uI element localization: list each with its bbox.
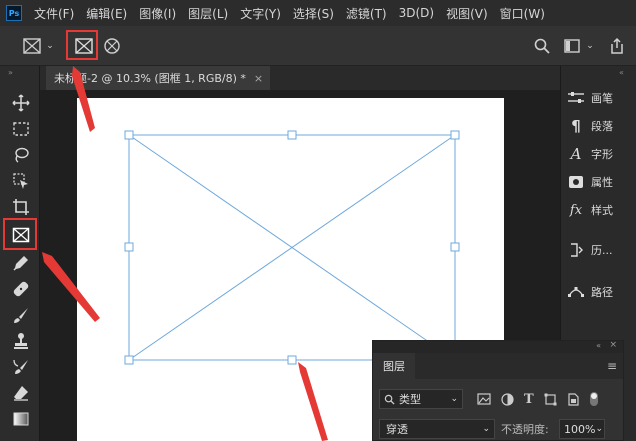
frame-tool-preset-icon[interactable]	[22, 36, 42, 56]
panel-history[interactable]: 历...	[565, 238, 633, 262]
photoshop-logo: Ps	[6, 5, 22, 21]
paragraph-icon: ¶	[571, 117, 581, 135]
highlight-box-options	[66, 30, 98, 60]
close-icon[interactable]: ×	[254, 72, 263, 85]
panel-glyphs[interactable]: A 字形	[565, 142, 633, 166]
search-icon[interactable]	[532, 36, 552, 56]
layers-panel: « × 图层 ≡ 类型 ⌄ T 穿透 ⌄ 不透明度: 100% ⌄	[372, 340, 624, 441]
lasso-tool-icon[interactable]	[9, 144, 33, 166]
glyphs-icon: A	[570, 145, 582, 163]
opacity-input[interactable]: 100% ⌄	[559, 419, 605, 439]
dock-collapse-icon[interactable]: «	[619, 68, 624, 77]
share-icon[interactable]	[606, 35, 628, 57]
brush-tool-icon[interactable]	[9, 304, 33, 326]
pixel-filter-icon[interactable]	[477, 393, 491, 405]
menu-filter[interactable]: 滤镜(T)	[346, 5, 387, 22]
layers-tab-row: 图层 ≡	[373, 353, 623, 379]
panel-paragraph[interactable]: ¶ 段落	[565, 114, 633, 138]
history-icon	[565, 242, 587, 258]
eraser-tool-icon[interactable]	[9, 382, 33, 404]
properties-icon	[565, 175, 587, 189]
transform-handle	[287, 355, 297, 365]
blend-mode-value: 穿透	[386, 423, 408, 436]
clone-stamp-tool-icon[interactable]	[9, 330, 33, 352]
menu-image[interactable]: 图像(I)	[139, 5, 176, 22]
brush-settings-icon	[565, 91, 587, 105]
transform-handle	[124, 130, 134, 140]
smart-object-filter-icon[interactable]	[567, 392, 579, 406]
chevron-down-icon: ⌄	[595, 424, 603, 434]
highlight-box-tool	[3, 218, 37, 250]
tab-layers[interactable]: 图层	[373, 353, 415, 379]
menu-select[interactable]: 选择(S)	[293, 5, 334, 22]
panel-properties[interactable]: 属性	[565, 170, 633, 194]
panel-brush[interactable]: 画笔	[565, 86, 633, 110]
document-tab-title: 未标题-2 @ 10.3% (图框 1, RGB/8) *	[54, 72, 246, 85]
collapse-panel-icon[interactable]: «	[596, 341, 601, 350]
blend-mode-select[interactable]: 穿透 ⌄	[379, 419, 495, 439]
transform-handle	[124, 355, 134, 365]
panel-label: 画笔	[591, 92, 613, 105]
object-selection-tool-icon[interactable]	[9, 170, 33, 192]
type-filter-icon[interactable]: T	[524, 392, 534, 407]
close-panel-icon[interactable]: ×	[609, 340, 617, 350]
filter-toggle-icon[interactable]	[589, 391, 599, 407]
layer-filter-buttons: T	[477, 391, 599, 407]
elliptical-frame-icon[interactable]	[102, 36, 122, 56]
transform-handle	[124, 242, 134, 252]
panel-label: 字形	[591, 148, 613, 161]
opacity-label: 不透明度:	[501, 423, 549, 436]
menu-file[interactable]: 文件(F)	[34, 5, 74, 22]
panel-menu-icon[interactable]: ≡	[607, 359, 617, 373]
transform-handle	[450, 130, 460, 140]
menu-type[interactable]: 文字(Y)	[240, 5, 281, 22]
panel-paths[interactable]: 路径	[565, 280, 633, 304]
panel-label: 样式	[591, 204, 613, 217]
collapse-icon[interactable]: »	[8, 68, 13, 77]
panel-label: 段落	[591, 120, 613, 133]
marquee-tool-icon[interactable]	[9, 118, 33, 140]
move-tool-icon[interactable]	[9, 92, 33, 114]
healing-brush-tool-icon[interactable]	[9, 278, 33, 300]
menu-bar: Ps 文件(F) 编辑(E) 图像(I) 图层(L) 文字(Y) 选择(S) 滤…	[0, 0, 636, 26]
chevron-down-icon: ⌄	[450, 394, 458, 404]
menu-window[interactable]: 窗口(W)	[500, 5, 545, 22]
paths-icon	[565, 284, 587, 300]
chevron-down-icon[interactable]: ⌄	[44, 38, 56, 54]
menu-layer[interactable]: 图层(L)	[188, 5, 228, 22]
transform-handle	[287, 130, 297, 140]
menu-3d[interactable]: 3D(D)	[399, 6, 434, 20]
search-icon	[384, 394, 395, 405]
workspace-chevron-icon[interactable]: ⌄	[584, 38, 596, 54]
document-tab[interactable]: 未标题-2 @ 10.3% (图框 1, RGB/8) * ×	[46, 66, 270, 90]
crop-tool-icon[interactable]	[9, 196, 33, 218]
layer-filter-label: 类型	[399, 393, 421, 406]
eyedropper-tool-icon[interactable]	[9, 252, 33, 274]
menu-view[interactable]: 视图(V)	[446, 5, 488, 22]
document-tab-bar: 未标题-2 @ 10.3% (图框 1, RGB/8) * ×	[40, 66, 560, 90]
layers-panel-header: « ×	[373, 340, 623, 353]
panel-styles[interactable]: fx 样式	[565, 198, 633, 222]
opacity-value: 100%	[564, 422, 596, 436]
fx-icon: fx	[569, 202, 583, 218]
transform-handle	[450, 242, 460, 252]
panel-label: 路径	[591, 286, 613, 299]
adjustment-filter-icon[interactable]	[501, 392, 514, 406]
shape-filter-icon[interactable]	[544, 393, 557, 406]
workspace-icon[interactable]	[562, 36, 582, 56]
panel-label: 历...	[591, 244, 613, 257]
chevron-down-icon: ⌄	[482, 424, 490, 434]
layer-filter-select[interactable]: 类型 ⌄	[379, 389, 463, 409]
tools-panel: »	[0, 66, 40, 441]
history-brush-tool-icon[interactable]	[9, 356, 33, 378]
gradient-tool-icon[interactable]	[9, 408, 33, 430]
panel-label: 属性	[591, 176, 613, 189]
menu-edit[interactable]: 编辑(E)	[86, 5, 127, 22]
options-bar: ⌄ ⌄	[0, 26, 636, 66]
